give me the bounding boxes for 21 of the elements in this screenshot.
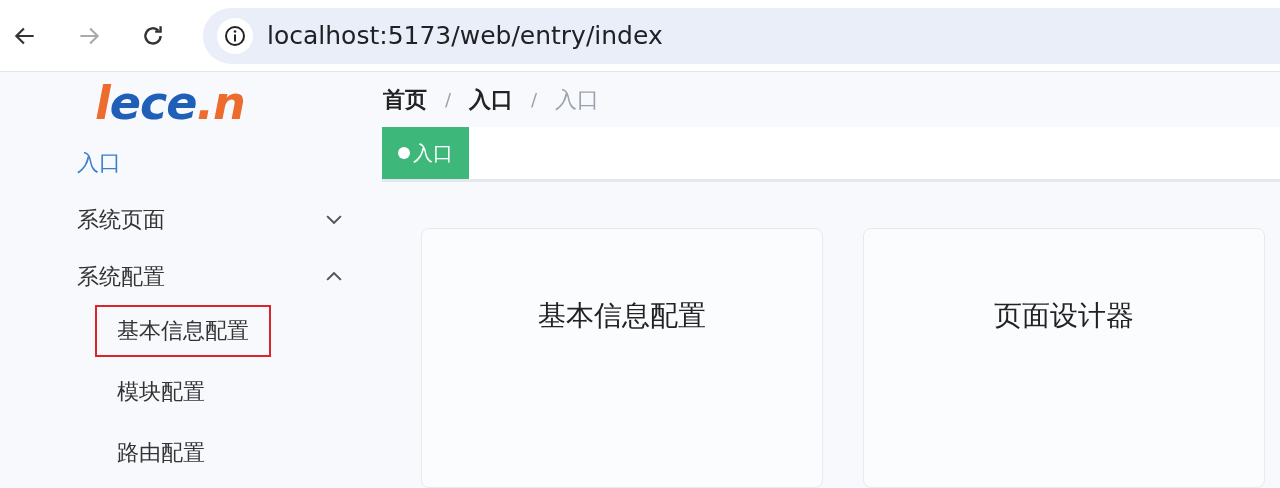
submenu-item[interactable]: 基本信息配置 (95, 305, 271, 357)
submenu-item[interactable]: 模块配置 (95, 366, 227, 418)
menu-item[interactable]: 入口 (77, 134, 342, 191)
breadcrumb-separator: / (445, 89, 452, 110)
breadcrumb-separator: / (531, 89, 538, 110)
chevron-up-icon (326, 272, 342, 281)
breadcrumb-item[interactable]: 入口 (469, 84, 514, 115)
breadcrumb-item: 入口 (555, 85, 600, 114)
nav-card[interactable]: 页面设计器 (863, 228, 1265, 488)
chevron-down-icon (326, 215, 342, 224)
card-title: 页面设计器 (994, 298, 1134, 333)
breadcrumb-item[interactable]: 首页 (383, 84, 427, 115)
submenu-item[interactable]: 路由配置 (95, 427, 227, 479)
address-bar[interactable]: localhost:5173/web/entry/index (203, 7, 1280, 64)
nav-card[interactable]: 基本信息配置 (421, 228, 823, 488)
logo: lece.n (94, 75, 246, 132)
url-text: localhost:5173/web/entry/index (267, 21, 663, 50)
menu-item[interactable]: 系统配置 (77, 248, 342, 305)
card-title: 基本信息配置 (538, 298, 706, 333)
info-icon (223, 23, 247, 48)
menu-item[interactable]: 系统页面 (77, 191, 342, 248)
